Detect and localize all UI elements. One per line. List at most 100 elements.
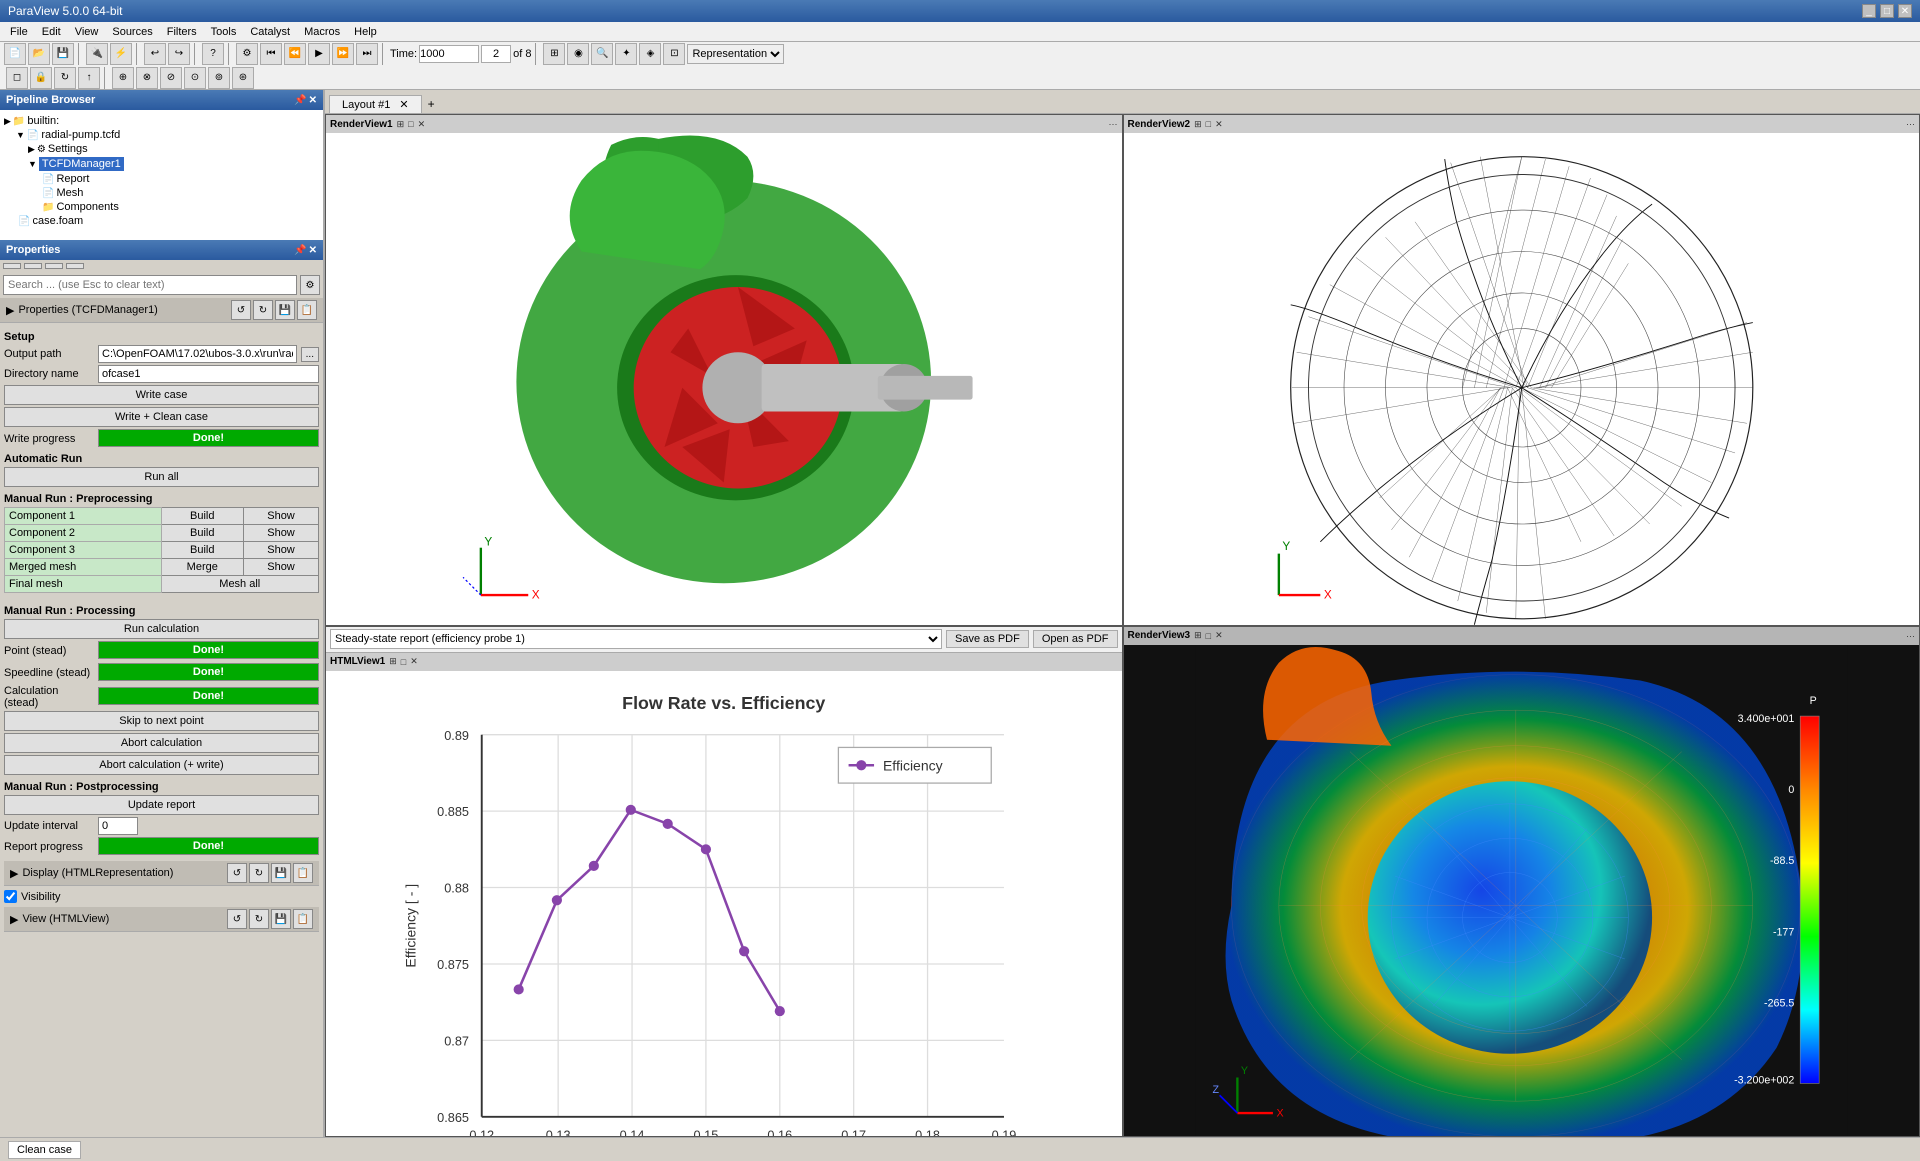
comp3-build-button[interactable]: Build xyxy=(161,542,243,559)
tb2-3[interactable]: ↻ xyxy=(54,67,76,89)
save-pdf-button[interactable]: Save as PDF xyxy=(946,630,1029,648)
merged-merge-button[interactable]: Merge xyxy=(161,559,243,576)
render2-icon2[interactable]: □ xyxy=(1206,119,1211,129)
tree-item-components[interactable]: 📁 Components xyxy=(40,200,319,214)
tb-extra-3[interactable]: 🔍 xyxy=(591,43,613,65)
tab-layout1-close[interactable]: ✕ xyxy=(399,99,408,111)
props-icon3[interactable]: 💾 xyxy=(275,300,295,320)
render2-close[interactable]: ✕ xyxy=(1215,119,1223,130)
undo-button[interactable]: ↩ xyxy=(144,43,166,65)
render3-more[interactable]: ··· xyxy=(1906,631,1915,641)
viewport-html1[interactable]: Steady-state report (efficiency probe 1)… xyxy=(325,626,1123,1138)
tab-add-button[interactable]: + xyxy=(422,95,441,113)
help-property-button[interactable] xyxy=(66,263,84,269)
render2-icon1[interactable]: ⊞ xyxy=(1194,119,1202,130)
tree-item-casefoam[interactable]: 📄 case.foam xyxy=(16,214,319,228)
minimize-button[interactable]: _ xyxy=(1862,4,1876,18)
update-report-button[interactable]: Update report xyxy=(4,795,319,815)
tb-extra-4[interactable]: ✦ xyxy=(615,43,637,65)
render1-icon2[interactable]: □ xyxy=(408,119,413,129)
chart-dropdown[interactable]: Steady-state report (efficiency probe 1) xyxy=(330,629,942,649)
properties-close-icon[interactable]: ✕ xyxy=(309,245,317,256)
tb2-10[interactable]: ⊛ xyxy=(232,67,254,89)
tb-extra-6[interactable]: ⊡ xyxy=(663,43,685,65)
comp1-show-button[interactable]: Show xyxy=(244,508,319,525)
settings-button[interactable]: ⚙ xyxy=(236,43,258,65)
menu-catalyst[interactable]: Catalyst xyxy=(244,24,296,40)
search-input[interactable] xyxy=(3,275,297,295)
render3-close[interactable]: ✕ xyxy=(1215,630,1223,641)
menu-tools[interactable]: Tools xyxy=(205,24,243,40)
tb2-1[interactable]: ◻ xyxy=(6,67,28,89)
frame-input[interactable] xyxy=(481,45,511,63)
search-settings-icon[interactable]: ⚙ xyxy=(300,275,320,295)
view-icon2[interactable]: ↻ xyxy=(249,909,269,929)
output-path-browse-button[interactable]: ... xyxy=(301,347,319,362)
render3-icon1[interactable]: ⊞ xyxy=(1194,630,1202,641)
tb2-7[interactable]: ⊘ xyxy=(160,67,182,89)
time-input[interactable] xyxy=(419,45,479,63)
delete-button[interactable] xyxy=(45,263,63,269)
menu-macros[interactable]: Macros xyxy=(298,24,346,40)
play-prev[interactable]: ⏪ xyxy=(284,43,306,65)
render2-more[interactable]: ··· xyxy=(1906,119,1915,129)
run-all-button[interactable]: Run all xyxy=(4,467,319,487)
props-icon4[interactable]: 📋 xyxy=(297,300,317,320)
open-button[interactable]: 📂 xyxy=(28,43,50,65)
maximize-button[interactable]: □ xyxy=(1880,4,1894,18)
save-button[interactable]: 💾 xyxy=(52,43,74,65)
abort-calc-button[interactable]: Abort calculation xyxy=(4,733,319,753)
tree-item-report[interactable]: 📄 Report xyxy=(40,172,319,186)
viewport-render2[interactable]: RenderView2 ⊞ □ ✕ ··· xyxy=(1123,114,1920,626)
merged-show-button[interactable]: Show xyxy=(244,559,319,576)
html1-icon2[interactable]: □ xyxy=(401,657,406,667)
props-icon2[interactable]: ↻ xyxy=(253,300,273,320)
display-collapse-icon[interactable]: ▶ xyxy=(10,867,18,880)
tree-item-mesh[interactable]: 📄 Mesh xyxy=(40,186,319,200)
play-next[interactable]: ⏩ xyxy=(332,43,354,65)
connect-button[interactable]: 🔌 xyxy=(86,43,108,65)
tb2-4[interactable]: ↑ xyxy=(78,67,100,89)
comp2-build-button[interactable]: Build xyxy=(161,525,243,542)
representation-dropdown[interactable]: Representation xyxy=(687,44,784,64)
output-path-input[interactable] xyxy=(98,345,297,363)
pipeline-pin-icon[interactable]: 📌 xyxy=(294,95,306,106)
view-collapse-icon[interactable]: ▶ xyxy=(10,913,18,926)
display-icon2[interactable]: ↻ xyxy=(249,863,269,883)
tb-extra-1[interactable]: ⊞ xyxy=(543,43,565,65)
html1-close[interactable]: ✕ xyxy=(410,656,418,667)
menu-help[interactable]: Help xyxy=(348,24,383,40)
display-icon1[interactable]: ↺ xyxy=(227,863,247,883)
tb-extra-2[interactable]: ◉ xyxy=(567,43,589,65)
comp1-build-button[interactable]: Build xyxy=(161,508,243,525)
properties-header-icons[interactable]: 📌 ✕ xyxy=(294,245,317,256)
render1-icon3[interactable]: ✕ xyxy=(418,119,426,130)
new-button[interactable]: 📄 xyxy=(4,43,26,65)
redo-button[interactable]: ↪ xyxy=(168,43,190,65)
play-end[interactable]: ⏭ xyxy=(356,43,378,65)
apply-button[interactable] xyxy=(3,263,21,269)
title-bar-controls[interactable]: _ □ ✕ xyxy=(1862,4,1912,18)
render3-icon2[interactable]: □ xyxy=(1206,631,1211,641)
menu-sources[interactable]: Sources xyxy=(106,24,158,40)
menu-view[interactable]: View xyxy=(69,24,105,40)
view-icon3[interactable]: 💾 xyxy=(271,909,291,929)
visibility-checkbox[interactable] xyxy=(4,890,17,903)
directory-name-input[interactable] xyxy=(98,365,319,383)
disconnect-button[interactable]: ⚡ xyxy=(110,43,132,65)
menu-edit[interactable]: Edit xyxy=(36,24,67,40)
open-pdf-button[interactable]: Open as PDF xyxy=(1033,630,1118,648)
play-begin[interactable]: ⏮ xyxy=(260,43,282,65)
viewport-render1[interactable]: RenderView1 ⊞ □ ✕ ··· xyxy=(325,114,1123,626)
menu-file[interactable]: File xyxy=(4,24,34,40)
props-collapse-icon[interactable]: ▶ xyxy=(6,304,14,317)
display-icon3[interactable]: 💾 xyxy=(271,863,291,883)
tb-extra-5[interactable]: ◈ xyxy=(639,43,661,65)
write-case-button[interactable]: Write case xyxy=(4,385,319,405)
pipeline-close-icon[interactable]: ✕ xyxy=(309,95,317,106)
viewport-render3[interactable]: RenderView3 ⊞ □ ✕ ··· xyxy=(1123,626,1920,1138)
comp3-show-button[interactable]: Show xyxy=(244,542,319,559)
write-clean-case-button[interactable]: Write + Clean case xyxy=(4,407,319,427)
tb2-6[interactable]: ⊗ xyxy=(136,67,158,89)
close-button[interactable]: ✕ xyxy=(1898,4,1912,18)
